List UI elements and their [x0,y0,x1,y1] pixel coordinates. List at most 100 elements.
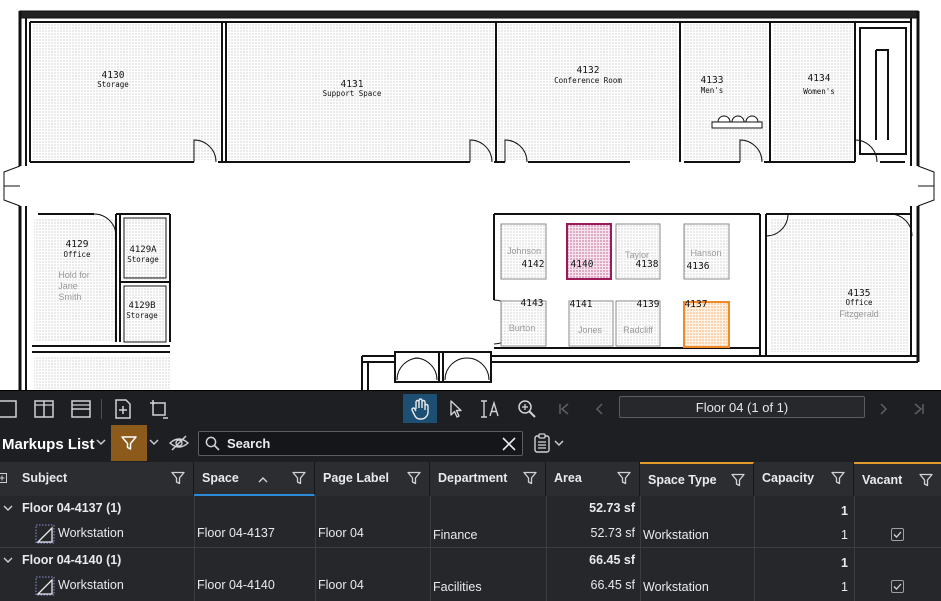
zoom-icon[interactable] [512,394,542,423]
toolbar-divider [101,399,102,419]
single-page-icon[interactable] [0,394,22,423]
column-label: Area [554,471,582,485]
workstation-4140-highlight[interactable] [566,223,612,280]
cell-space-type: Workstation [643,528,709,542]
group-capacity-total: 1 [841,504,848,518]
column-header-area[interactable]: Area [546,462,640,496]
column-header-subject[interactable]: Subject [0,462,194,496]
markups-list-title[interactable]: Markups List [2,436,95,453]
pan-hand-icon[interactable] [403,394,437,423]
room-4133-number: 4133 [701,75,724,86]
text-select-icon[interactable] [476,394,506,423]
ws-4138-number: 4138 [636,259,659,270]
column-header-vacant[interactable]: Vacant [854,462,941,496]
room-4130-name: Storage [97,80,129,89]
filter-icon[interactable] [617,471,631,485]
ws-4137-number: 4137 [685,299,708,310]
filter-icon[interactable] [831,471,845,485]
column-label: Space Type [648,473,717,487]
select-arrow-icon[interactable] [441,394,471,423]
cell-department: Facilities [433,580,482,594]
room-4135-occupant: Fitzgerald [839,309,879,319]
room-4132-name: Conference Room [554,76,622,85]
page-selector[interactable]: Floor 04 (1 of 1) [619,396,865,418]
sort-ascending-icon[interactable] [258,476,268,483]
column-label: Department [438,471,508,485]
filter-toggle-button[interactable] [111,425,147,461]
markups-table: Subject Space Page Label Department Area… [0,462,941,601]
eye-slash-icon[interactable] [166,432,192,454]
check-icon [893,583,902,590]
ws-4140-number: 4140 [571,259,594,270]
page-setup-icon[interactable] [144,394,174,423]
ws-4142-occupant: Johnson [507,246,541,256]
group-row[interactable]: Floor 04-4140 (1) 66.45 sf 1 [0,548,941,574]
room-4129b-name: Storage [126,311,158,320]
cell-space-type: Workstation [643,580,709,594]
room-4129-occupant-line2: Jane [58,281,78,291]
last-page-icon[interactable] [904,394,934,423]
chevron-down-icon[interactable] [149,435,159,449]
filter-icon[interactable] [292,471,306,485]
filter-icon[interactable] [731,473,745,487]
column-label: Space [202,471,239,485]
table-row[interactable]: Workstation Floor 04-4137 Floor 04 Finan… [0,522,941,548]
column-header-space-type[interactable]: Space Type [640,462,754,496]
cell-capacity: 1 [841,528,848,542]
group-row[interactable]: Floor 04-4137 (1) 52.73 sf 1 [0,496,941,522]
filter-icon [121,436,137,450]
expand-all-icon[interactable] [0,473,7,483]
list-options-button[interactable] [532,432,566,454]
filter-icon[interactable] [407,471,421,485]
split-horizontal-icon[interactable] [66,394,96,423]
chevron-down-icon[interactable] [3,505,13,512]
table-row[interactable]: Workstation Floor 04-4140 Floor 04 Facil… [0,574,941,600]
ws-4139-number: 4139 [637,299,660,310]
room-4135-name: Office [845,298,873,307]
area-markup-icon [35,524,55,544]
room-4129a-number: 4129A [129,245,157,255]
group-capacity-total: 1 [841,556,848,570]
close-icon[interactable] [500,435,518,453]
ws-4143-occupant: Burton [509,323,536,333]
column-header-department[interactable]: Department [430,462,546,496]
ws-4136-number: 4136 [687,261,710,272]
room-4132-number: 4132 [577,65,600,76]
cell-subject: Workstation [58,578,124,592]
ws-4142-number: 4142 [522,259,545,270]
cell-space: Floor 04-4140 [197,578,275,592]
cell-page-label: Floor 04 [318,578,364,592]
floor-plan-canvas[interactable]: 4130 Storage 4131 Support Space 4132 Con… [0,0,941,390]
room-4129a-name: Storage [127,255,159,264]
split-vertical-icon[interactable] [29,394,59,423]
cell-capacity: 1 [841,580,848,594]
ws-4136-occupant: Hanson [690,248,721,258]
first-page-icon[interactable] [549,394,579,423]
column-header-space[interactable]: Space [194,462,315,496]
add-page-icon[interactable] [108,394,138,423]
next-page-icon[interactable] [868,394,898,423]
chevron-down-icon[interactable] [554,439,564,447]
group-area-total: 66.45 sf [589,553,635,567]
filter-icon[interactable] [919,473,933,487]
room-4129-number: 4129 [66,239,89,250]
chevron-down-icon[interactable] [3,557,13,564]
column-header-page-label[interactable]: Page Label [315,462,430,496]
search-box[interactable] [198,431,523,456]
search-input[interactable] [227,435,497,452]
column-label: Capacity [762,471,815,485]
cell-subject: Workstation [58,526,124,540]
vacant-checkbox[interactable] [891,528,904,541]
column-header-capacity[interactable]: Capacity [754,462,854,496]
vacant-checkbox[interactable] [891,580,904,593]
room-4129-occupant-line3: Smith [58,292,81,302]
filter-icon[interactable] [171,471,185,485]
cell-department: Finance [433,528,478,542]
search-icon [205,436,220,451]
room-4134-name: Women's [803,87,835,96]
ws-4141-number: 4141 [570,299,593,310]
cell-page-label: Floor 04 [318,526,364,540]
chevron-down-icon[interactable] [96,435,106,449]
previous-page-icon[interactable] [585,394,615,423]
filter-icon[interactable] [523,471,537,485]
